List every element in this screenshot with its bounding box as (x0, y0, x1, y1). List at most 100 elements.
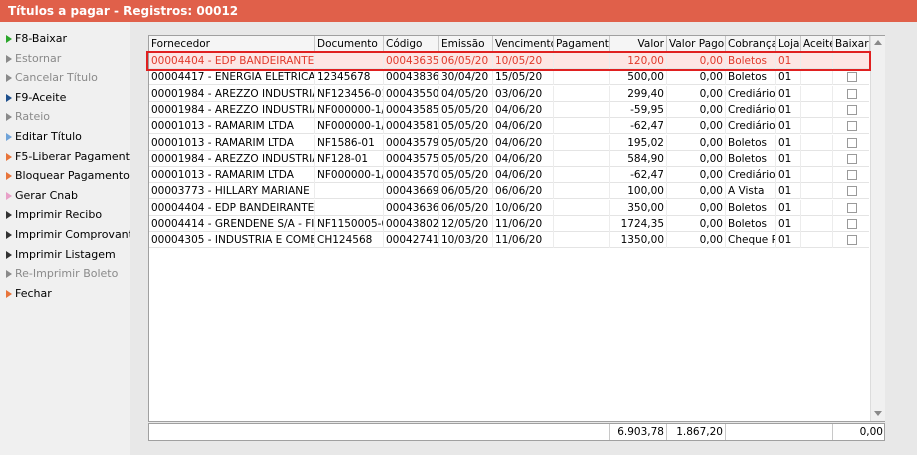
sidebar-action-3[interactable]: F9-Aceite (6, 89, 66, 107)
table-row[interactable]: 00004414 - GRENDENE S/A - FILIALNF115000… (149, 216, 869, 232)
table-cell: 0,00 (667, 118, 726, 135)
table-row[interactable]: 00004404 - EDP BANDEIRANTES 00043636 06/05… (149, 199, 869, 216)
baixar-checkbox[interactable] (847, 202, 857, 213)
table-row[interactable]: 00001984 - AREZZO INDUSTRIA E CNF123456-… (149, 85, 869, 102)
table-row[interactable]: 00001013 - RAMARIM LTDA NF1586-01 00043579… (149, 134, 869, 151)
gray-triangle-icon (6, 270, 12, 279)
table-row[interactable]: 00003773 - HILLARY MARIANE LAP 00043669 06… (149, 183, 869, 200)
table-cell: 00043575 (386, 150, 439, 167)
table-cell: 03/06/20 (493, 85, 554, 102)
sidebar-action-0[interactable]: F8-Baixar (6, 30, 67, 48)
table-cell: 01 (776, 183, 801, 200)
table-cell: 06/05/20 (439, 199, 493, 216)
baixar-checkbox[interactable] (847, 186, 857, 197)
baixar-checkbox[interactable] (847, 219, 857, 229)
table-cell (801, 53, 833, 69)
table-cell: 00004305 - INDUSTRIA E COMERCIO (151, 232, 315, 249)
sidebar-action-7[interactable]: Bloquear Pagamento (6, 167, 130, 185)
table-cell: 10/05/20 (493, 53, 554, 69)
table-cell: NF000000-1/1 (315, 118, 384, 135)
column-header[interactable]: Fornecedor (149, 36, 315, 52)
table-cell (801, 85, 833, 102)
table-cell: NF128-01 (315, 150, 384, 167)
vertical-scrollbar[interactable] (870, 36, 885, 421)
column-header[interactable]: Vencimento (493, 36, 554, 52)
table-row[interactable]: 00004305 - INDUSTRIA E COMERCIOCH1245680… (149, 232, 869, 249)
sidebar-action-4[interactable]: Rateio (6, 108, 50, 126)
table-cell: 00043669 (386, 183, 439, 200)
baixar-checkbox[interactable] (847, 72, 857, 83)
table-row[interactable]: 00001013 - RAMARIM LTDANF000000-1/100043… (149, 167, 869, 184)
baixar-checkbox[interactable] (847, 104, 857, 115)
table-cell (801, 134, 833, 151)
sidebar-action-8[interactable]: Gerar Cnab (6, 187, 78, 205)
table-cell: 01 (776, 199, 801, 216)
table-cell: 00001013 - RAMARIM LTDA (149, 167, 315, 184)
baixar-checkbox[interactable] (847, 170, 857, 181)
table-cell: 584,90 (610, 150, 667, 167)
sidebar-action-1[interactable]: Estornar (6, 50, 61, 68)
baixar-checkbox[interactable] (847, 137, 857, 148)
table-cell (554, 167, 610, 184)
table-cell: Crediário (728, 85, 776, 102)
table-cell: Boletos (726, 69, 776, 86)
sidebar-action-2[interactable]: Cancelar Título (6, 69, 98, 87)
table-row[interactable]: 00001984 - AREZZO INDUSTRIA E CNF128-010… (149, 150, 869, 167)
column-header[interactable]: Aceite (801, 36, 833, 52)
pink-triangle-icon (6, 191, 12, 200)
sidebar-action-12[interactable]: Re-Imprimir Boleto (6, 265, 118, 283)
gray-triangle-icon (6, 74, 12, 83)
dark-triangle-icon (6, 231, 12, 239)
table-row[interactable]: 00004404 - EDP BANDEIRANTES 00043635 06/05… (149, 53, 869, 69)
column-header[interactable]: Cobrança (726, 36, 776, 52)
column-header[interactable]: Documento (315, 36, 384, 52)
table-row[interactable]: 00001984 - AREZZO INDUSTRIA E CNF000000-… (149, 101, 869, 118)
column-header[interactable]: Loja (776, 36, 801, 52)
dark-triangle-icon (6, 211, 12, 220)
scroll-up-arrow-icon[interactable] (874, 40, 882, 45)
column-header[interactable]: Pagamento (554, 36, 610, 52)
table-cell: 00043581 (386, 118, 439, 135)
column-header[interactable]: Valor (610, 36, 667, 52)
table-cell: NF000000-1/1 (315, 101, 384, 118)
sidebar-action-11[interactable]: Imprimir Listagem (6, 246, 116, 264)
table-cell: 01 (776, 85, 801, 102)
sidebar-action-9[interactable]: Imprimir Recibo (6, 206, 102, 224)
table-cell: Boletos (726, 150, 776, 167)
column-header[interactable]: Emissão (439, 36, 493, 52)
sidebar-action-13[interactable]: Fechar (6, 285, 52, 303)
table-cell: 0,00 (667, 134, 726, 151)
sidebar-action-6[interactable]: F5-Liberar Pagamento (6, 148, 137, 166)
table-cell: NF000000-1/1 (315, 167, 384, 184)
table-cell (554, 134, 610, 151)
table-cell: 00004414 - GRENDENE S/A - FILIAL (151, 216, 315, 232)
column-header[interactable]: Código (384, 36, 439, 52)
table-cell (554, 101, 610, 118)
baixar-checkbox[interactable] (847, 153, 857, 164)
scroll-down-arrow-icon[interactable] (874, 411, 882, 416)
baixar-checkbox[interactable] (847, 88, 857, 99)
column-header[interactable]: Valor Pago (667, 36, 726, 52)
table-cell: 04/06/20 (493, 118, 554, 135)
table-cell: 10/06/20 (493, 199, 554, 216)
table-cell: 00004417 - ENERGIA ELETRICA (151, 69, 315, 86)
table-cell: 0,00 (667, 183, 726, 200)
table-row[interactable]: 00001013 - RAMARIM LTDANF000000-1/100043… (149, 118, 869, 135)
table-cell: 0,00 (667, 167, 726, 184)
table-cell (801, 69, 833, 86)
table-cell: 350,00 (610, 199, 667, 216)
sidebar-action-10[interactable]: Imprimir Comprovante (6, 226, 140, 244)
column-header[interactable]: Baixar (833, 36, 870, 52)
table-cell (801, 101, 833, 118)
table-cell: 01 (776, 150, 801, 167)
table-cell: 05/05/20 (439, 150, 493, 167)
sidebar-action-5[interactable]: Editar Título (6, 128, 82, 146)
table-cell: 00001984 - AREZZO INDUSTRIA E C (151, 101, 315, 118)
table-cell (801, 118, 833, 135)
baixar-checkbox[interactable] (847, 121, 857, 132)
table-cell: 01 (776, 101, 801, 118)
table-row[interactable]: 00004417 - ENERGIA ELETRICA 12345678 00043… (149, 69, 869, 86)
table-cell: -59,95 (610, 101, 667, 118)
table-cell: Crediário (728, 118, 776, 135)
baixar-checkbox[interactable] (847, 235, 857, 246)
